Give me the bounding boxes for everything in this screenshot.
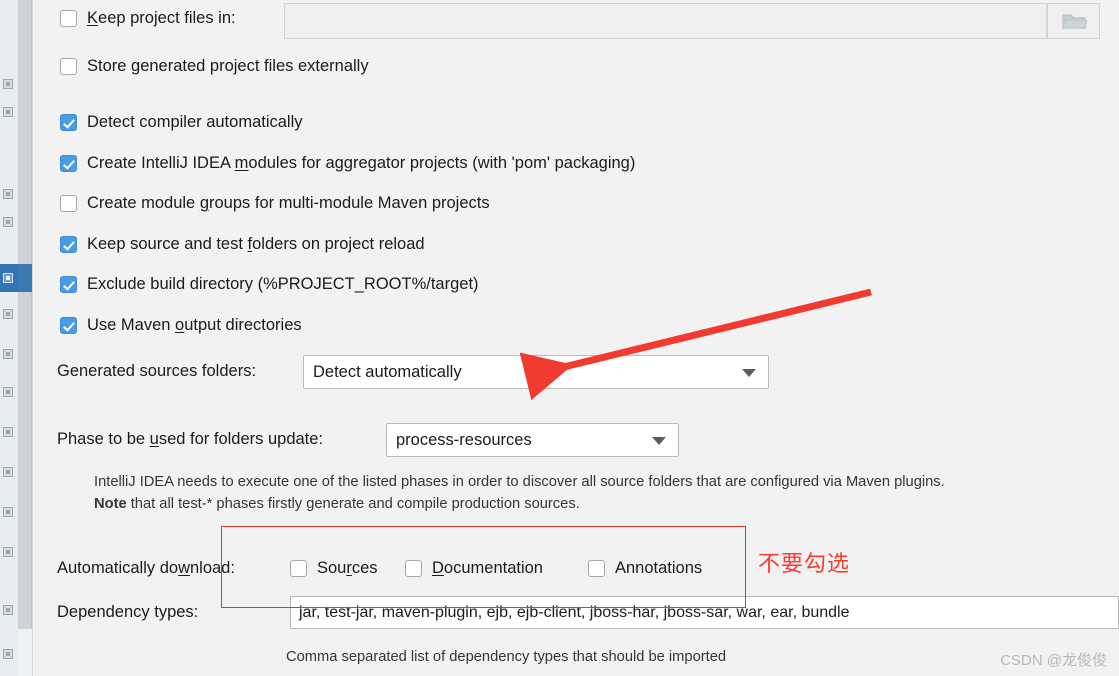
phase-help-line-1: IntelliJ IDEA needs to execute one of th…	[94, 474, 945, 490]
keep-project-files-checkbox[interactable]	[60, 10, 77, 27]
download-sources-checkbox[interactable]	[290, 560, 307, 577]
detect-compiler-label: Detect compiler automatically	[87, 113, 303, 132]
create-modules-aggregator-label: Create IntelliJ IDEA modules for aggrega…	[87, 154, 636, 173]
tree-item[interactable]	[0, 596, 18, 624]
do-not-check-note: 不要勾选	[758, 551, 851, 576]
keep-project-files-row[interactable]: Keep project files in:	[60, 10, 236, 27]
phase-folders-update-label-row: Phase to be used for folders update:	[57, 431, 323, 448]
exclude-build-directory-checkbox[interactable]	[60, 276, 77, 293]
node-icon	[3, 427, 13, 437]
tree-item[interactable]	[0, 70, 18, 98]
tree-item[interactable]	[0, 640, 18, 668]
generated-sources-folders-label: Generated sources folders:	[57, 362, 257, 380]
tree-item[interactable]	[0, 300, 18, 328]
phase-help-note-rest: that all test-* phases firstly generate …	[126, 496, 580, 512]
tree-item[interactable]	[0, 208, 18, 236]
node-icon	[3, 273, 13, 283]
keep-source-test-folders-label: Keep source and test folders on project …	[87, 235, 425, 254]
detect-compiler-checkbox[interactable]	[60, 114, 77, 131]
use-maven-output-row[interactable]: Use Maven output directories	[60, 317, 302, 334]
tree-item[interactable]	[0, 340, 18, 368]
generated-sources-folders-label-row: Generated sources folders:	[57, 363, 256, 380]
phase-folders-update-combo[interactable]: process-resources	[386, 423, 679, 457]
node-icon	[3, 547, 13, 557]
node-icon	[3, 387, 13, 397]
tree-scrollbar-thumb[interactable]	[18, 0, 32, 629]
dependency-types-input[interactable]: jar, test-jar, maven-plugin, ejb, ejb-cl…	[290, 596, 1119, 629]
automatically-download-label: Automatically download:	[57, 559, 235, 577]
create-module-groups-checkbox[interactable]	[60, 195, 77, 212]
detect-compiler-row[interactable]: Detect compiler automatically	[60, 114, 303, 131]
node-icon	[3, 605, 13, 615]
node-icon	[3, 309, 13, 319]
node-icon	[3, 349, 13, 359]
store-generated-externally-row[interactable]: Store generated project files externally	[60, 58, 369, 75]
download-documentation-row[interactable]: Documentation	[405, 560, 543, 577]
chevron-down-icon	[742, 369, 756, 377]
phase-help-note-bold: Note	[94, 496, 127, 512]
download-documentation-checkbox[interactable]	[405, 560, 422, 577]
create-module-groups-row[interactable]: Create module groups for multi-module Ma…	[60, 195, 490, 212]
exclude-build-directory-row[interactable]: Exclude build directory (%PROJECT_ROOT%/…	[60, 276, 479, 293]
download-documentation-label: Documentation	[432, 559, 543, 578]
node-icon	[3, 107, 13, 117]
tree-item[interactable]	[0, 378, 18, 406]
dependency-types-help: Comma separated list of dependency types…	[286, 649, 727, 665]
tree-item[interactable]	[0, 458, 18, 486]
tree-item-selected[interactable]	[0, 264, 18, 292]
tree-item[interactable]	[0, 418, 18, 446]
maven-importing-settings-screen: Keep project files in: Store generated p…	[0, 0, 1119, 676]
keep-source-test-folders-checkbox[interactable]	[60, 236, 77, 253]
generated-sources-folders-value: Detect automatically	[313, 362, 462, 381]
node-icon	[3, 79, 13, 89]
use-maven-output-label: Use Maven output directories	[87, 316, 302, 335]
download-annotations-row[interactable]: Annotations	[588, 560, 702, 577]
store-generated-externally-label: Store generated project files externally	[87, 57, 369, 76]
automatically-download-label-row: Automatically download:	[57, 560, 235, 577]
download-sources-row[interactable]: Sources	[290, 560, 378, 577]
keep-project-files-label: Keep project files in:	[87, 9, 236, 28]
node-icon	[3, 217, 13, 227]
browse-folder-button[interactable]	[1047, 3, 1100, 39]
node-icon	[3, 189, 13, 199]
node-icon	[3, 507, 13, 517]
tree-item[interactable]	[0, 498, 18, 526]
tree-item[interactable]	[0, 180, 18, 208]
folder-icon	[1061, 14, 1087, 29]
create-modules-aggregator-checkbox[interactable]	[60, 155, 77, 172]
dependency-types-label-row: Dependency types:	[57, 604, 198, 621]
phase-folders-update-label: Phase to be used for folders update:	[57, 430, 324, 448]
download-sources-label: Sources	[317, 559, 378, 578]
dependency-types-label: Dependency types:	[57, 603, 199, 621]
node-icon	[3, 649, 13, 659]
create-modules-aggregator-row[interactable]: Create IntelliJ IDEA modules for aggrega…	[60, 155, 635, 172]
download-annotations-label: Annotations	[615, 559, 703, 578]
phase-help-line-2: Note that all test-* phases firstly gene…	[94, 494, 580, 515]
tree-item[interactable]	[0, 538, 18, 566]
keep-project-files-input[interactable]	[284, 3, 1047, 39]
node-icon	[3, 467, 13, 477]
dependency-types-value: jar, test-jar, maven-plugin, ejb, ejb-cl…	[299, 603, 850, 621]
store-generated-externally-checkbox[interactable]	[60, 58, 77, 75]
settings-tree-panel[interactable]	[0, 0, 18, 676]
watermark: CSDN @龙俊俊	[1000, 652, 1107, 669]
exclude-build-directory-label: Exclude build directory (%PROJECT_ROOT%/…	[87, 275, 479, 294]
importing-settings-content: Keep project files in: Store generated p…	[33, 0, 1119, 676]
download-annotations-checkbox[interactable]	[588, 560, 605, 577]
generated-sources-folders-combo[interactable]: Detect automatically	[303, 355, 769, 389]
tree-scrollbar-selection-marker	[18, 264, 32, 292]
chevron-down-icon	[652, 437, 666, 445]
use-maven-output-checkbox[interactable]	[60, 317, 77, 334]
keep-source-test-folders-row[interactable]: Keep source and test folders on project …	[60, 236, 425, 253]
phase-folders-update-value: process-resources	[396, 430, 532, 449]
create-module-groups-label: Create module groups for multi-module Ma…	[87, 194, 490, 213]
tree-item[interactable]	[0, 98, 18, 126]
